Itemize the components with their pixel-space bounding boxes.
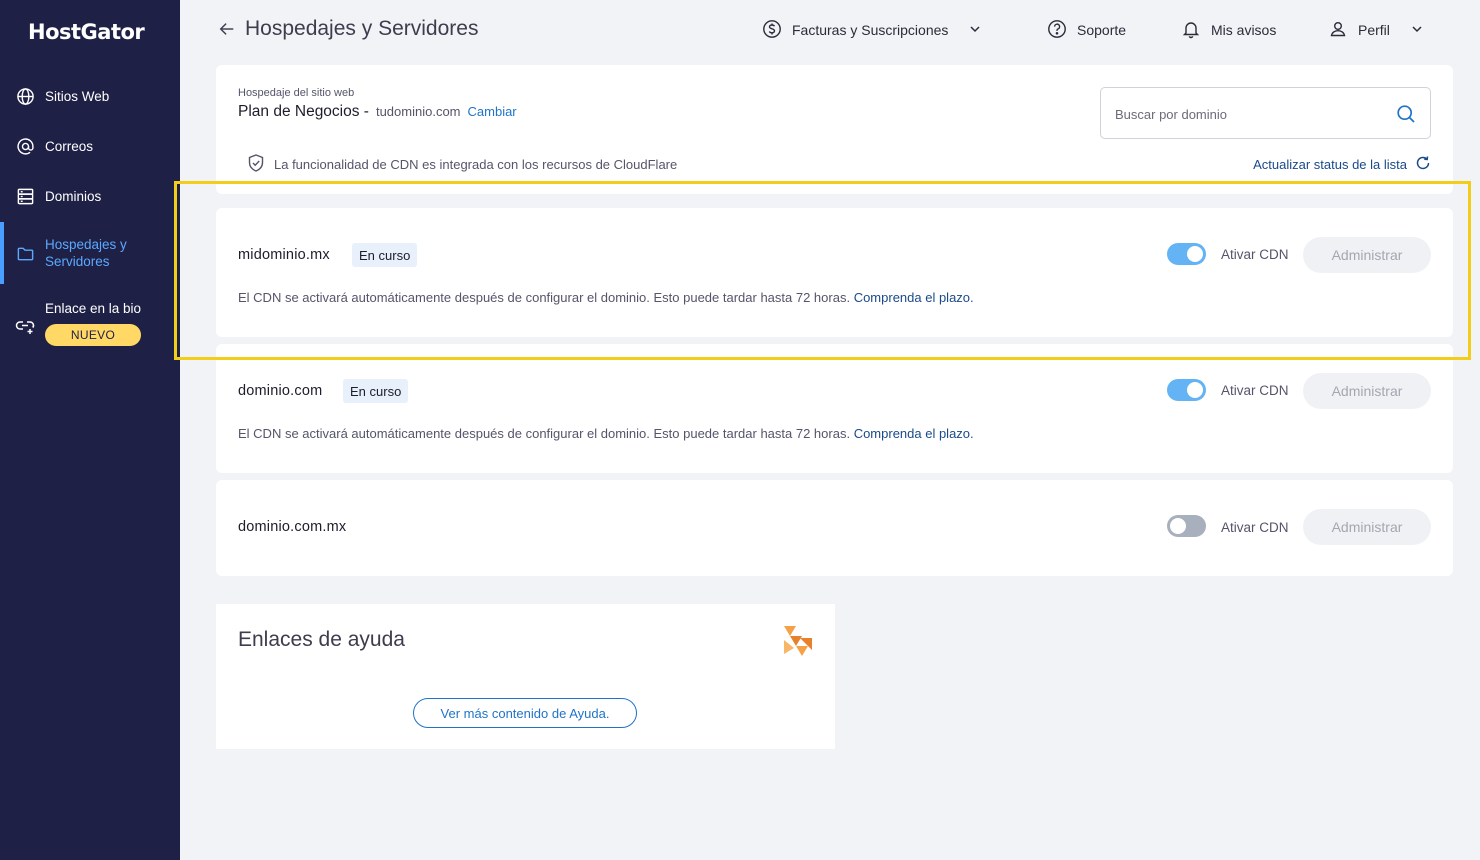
help-card: Enlaces de ayuda Ver más contenido de Ay…: [216, 604, 835, 749]
cdn-note-text: La funcionalidad de CDN es integrada con…: [274, 157, 678, 172]
globe-icon: [15, 86, 35, 106]
help-title: Enlaces de ayuda: [238, 628, 405, 651]
domain-row: dominio.com.mx Ativar CDN Administrar: [216, 480, 1453, 576]
cdn-activation-note: El CDN se activará automáticamente despu…: [238, 426, 974, 441]
plan-caption: Hospedaje del sitio web: [238, 87, 355, 99]
dollar-circle-icon: [762, 19, 782, 42]
sidebar-item-correos[interactable]: Correos: [0, 134, 180, 158]
administrar-button[interactable]: Administrar: [1303, 373, 1431, 409]
chevron-down-icon: [968, 22, 982, 39]
comprenda-plazo-link[interactable]: Comprenda el plazo.: [854, 290, 974, 305]
administrar-button[interactable]: Administrar: [1303, 509, 1431, 545]
support-link[interactable]: Soporte: [1047, 18, 1126, 42]
bell-icon: [1181, 19, 1201, 42]
sidebar-item-label: Dominios: [45, 188, 102, 204]
profile-menu[interactable]: Perfil: [1328, 18, 1424, 42]
sidebar-item-label: Hospedajes y Servidores: [45, 237, 127, 269]
arrow-left-icon[interactable]: [218, 20, 238, 40]
sidebar-item-label: Correos: [45, 138, 94, 154]
sidebar-item-label: Sitios Web: [45, 88, 110, 104]
cdn-toggle-label: Ativar CDN: [1221, 383, 1289, 398]
domain-name: midominio.mx: [238, 247, 330, 263]
hostgator-logo[interactable]: HostGator: [28, 20, 145, 44]
sidebar-item-label: Enlace en la bio: [45, 301, 142, 316]
refresh-label: Actualizar status de la lista: [1253, 157, 1407, 172]
hostgator-mark-icon: [782, 624, 814, 658]
toggle-knob: [1170, 518, 1186, 534]
page-title: Hospedajes y Servidores: [245, 17, 479, 40]
status-badge: En curso: [343, 379, 409, 403]
chevron-down-icon: [1410, 22, 1424, 39]
domain-row: dominio.com En curso Ativar CDN Administ…: [216, 344, 1453, 473]
server-icon: [15, 186, 35, 206]
sidebar: HostGator Sitios Web Correos Dominios Ho…: [0, 0, 180, 860]
shield-check-icon: [246, 153, 266, 176]
billing-menu[interactable]: Facturas y Suscripciones: [762, 18, 982, 42]
plan-domain: tudominio.com: [375, 104, 461, 119]
plan-name: Plan de Negocios -: [238, 103, 369, 120]
billing-label: Facturas y Suscripciones: [792, 22, 949, 38]
link-icon: [15, 316, 35, 336]
sidebar-item-hospedajes[interactable]: Hospedajes y Servidores: [0, 222, 180, 284]
notices-label: Mis avisos: [1211, 22, 1277, 38]
toggle-knob: [1187, 246, 1203, 262]
cdn-activation-note: El CDN se activará automáticamente despu…: [238, 290, 974, 305]
status-badge: En curso: [352, 243, 418, 267]
help-more-button[interactable]: Ver más contenido de Ayuda.: [413, 698, 637, 728]
toggle-knob: [1187, 382, 1203, 398]
refresh-status-link[interactable]: Actualizar status de la lista: [1253, 155, 1431, 174]
search-icon[interactable]: [1396, 104, 1416, 124]
domain-name: dominio.com.mx: [238, 519, 347, 535]
new-badge: NUEVO: [45, 324, 141, 346]
note-text: El CDN se activará automáticamente despu…: [238, 426, 851, 441]
plan-line: Plan de Negocios - tudominio.com Cambiar: [238, 103, 517, 121]
search-box: [1100, 87, 1431, 139]
note-text: El CDN se activará automáticamente despu…: [238, 290, 851, 305]
cdn-toggle[interactable]: [1167, 243, 1206, 265]
top-header: Hospedajes y Servidores Facturas y Suscr…: [180, 0, 1480, 62]
at-icon: [15, 136, 35, 156]
profile-label: Perfil: [1358, 22, 1390, 38]
user-icon: [1328, 19, 1348, 42]
administrar-button[interactable]: Administrar: [1303, 237, 1431, 273]
notices-link[interactable]: Mis avisos: [1181, 18, 1276, 42]
cdn-note: La funcionalidad de CDN es integrada con…: [246, 153, 677, 176]
domain-row: midominio.mx En curso Ativar CDN Adminis…: [216, 208, 1453, 337]
sidebar-item-dominios[interactable]: Dominios: [0, 184, 180, 208]
domain-name: dominio.com: [238, 383, 323, 399]
cdn-toggle-label: Ativar CDN: [1221, 520, 1289, 535]
refresh-icon: [1415, 155, 1431, 174]
help-circle-icon: [1047, 19, 1067, 42]
folder-icon: [15, 243, 35, 263]
support-label: Soporte: [1077, 22, 1127, 38]
search-input[interactable]: [1115, 103, 1385, 125]
change-plan-link[interactable]: Cambiar: [468, 104, 517, 119]
sidebar-item-sitios-web[interactable]: Sitios Web: [0, 84, 180, 108]
cdn-toggle[interactable]: [1167, 379, 1206, 401]
cdn-toggle[interactable]: [1167, 515, 1206, 537]
cdn-toggle-label: Ativar CDN: [1221, 247, 1289, 262]
comprenda-plazo-link[interactable]: Comprenda el plazo.: [854, 426, 974, 441]
plan-card: Hospedaje del sitio web Plan de Negocios…: [216, 65, 1453, 194]
